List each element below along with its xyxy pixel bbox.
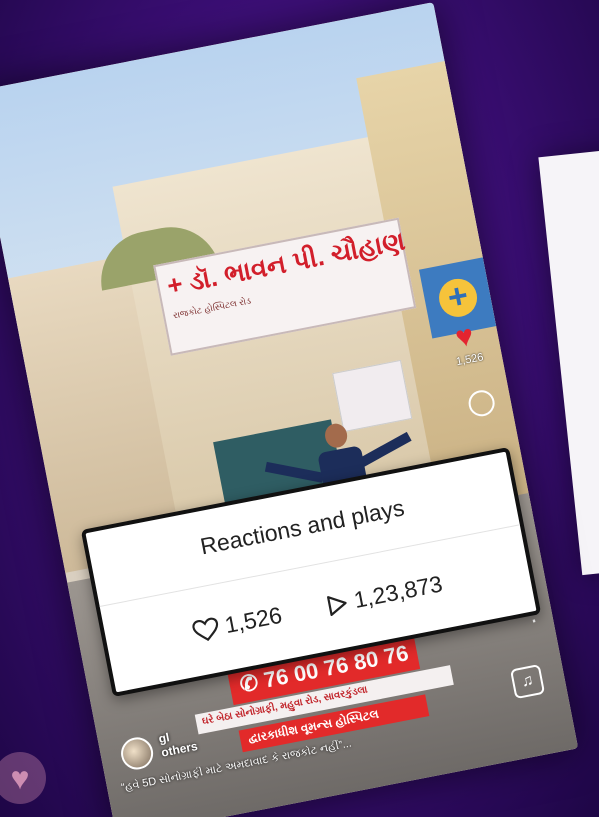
likes-count: 1,526: [222, 601, 285, 639]
heart-outline-icon: [191, 615, 221, 644]
background-card: [538, 144, 599, 576]
plus-icon: +: [435, 275, 481, 321]
person-head: [323, 421, 350, 450]
audio-icon[interactable]: ♫: [509, 664, 546, 700]
reel-screenshot: + ડૉ. ભાવન પી. ચૌહાણ રાજકોટ હોસ્પિટલ રોડ…: [0, 2, 579, 817]
likes-stat: 1,526: [191, 602, 284, 646]
plays-count: 1,23,873: [351, 570, 445, 614]
corner-heart-icon: ♥: [0, 752, 46, 804]
plays-stat: 1,23,873: [322, 570, 445, 619]
play-outline-icon: [323, 590, 351, 618]
